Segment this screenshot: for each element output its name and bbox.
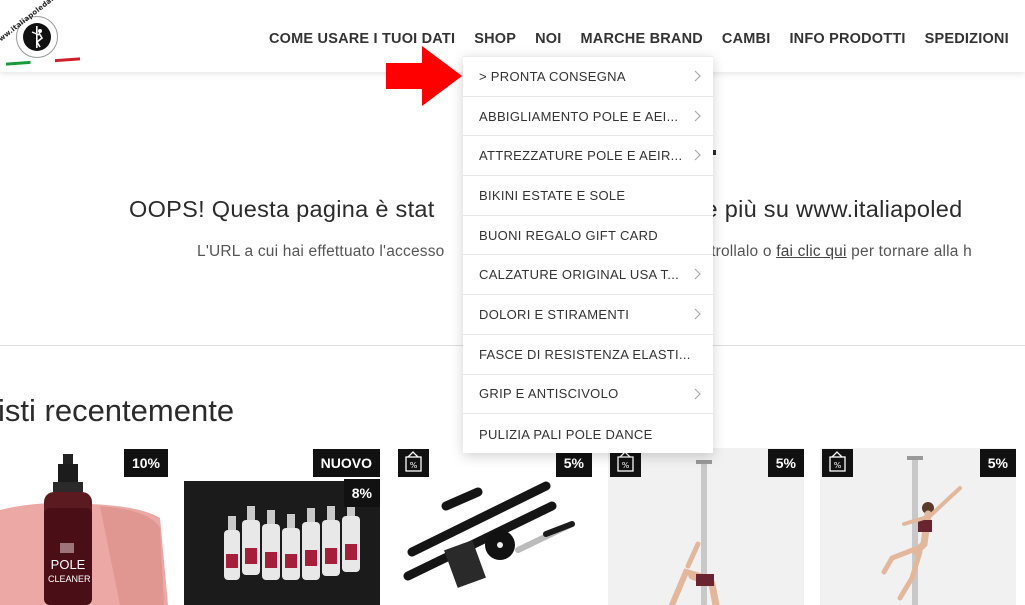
recently-viewed-title: isti recentemente (0, 393, 235, 428)
percent-tag-icon: % (822, 449, 853, 477)
product-card-bottle-set[interactable]: NUOVO 8% (184, 448, 380, 605)
product-label-line2: CLEANER (48, 574, 91, 584)
nav-item-marche-brand[interactable]: MARCHE BRAND (581, 31, 703, 47)
menu-item-bikini[interactable]: BIKINI ESTATE E SOLE (463, 176, 713, 216)
chevron-right-icon (694, 149, 701, 161)
menu-item-fasce[interactable]: FASCE DI RESISTENZA ELASTI... (463, 335, 713, 375)
nav-item-shop[interactable]: SHOP (474, 31, 516, 47)
chevron-right-icon (694, 269, 701, 280)
nav-item-noi[interactable]: NOI (535, 31, 561, 47)
discount-badge: 8% (343, 479, 380, 507)
menu-item-buoni-regalo[interactable]: BUONI REGALO GIFT CARD (463, 216, 713, 256)
menu-item-abbigliamento[interactable]: ABBIGLIAMENTO POLE E AEI... (463, 97, 713, 137)
italian-flag-stripe (6, 57, 80, 66)
nav-item-spedizioni[interactable]: SPEDIZIONI (925, 31, 1009, 47)
error-title-left: OOPS! Questa pagina è stat (129, 196, 435, 222)
product-label-line1: POLE (50, 557, 86, 572)
new-badge: NUOVO (312, 449, 380, 477)
menu-item-attrezzature[interactable]: ATTREZZATURE POLE E AEIR... (463, 136, 713, 177)
nav-item-cambi[interactable]: CAMBI (722, 31, 771, 47)
menu-item-label: ABBIGLIAMENTO POLE E AEI... (479, 108, 679, 124)
menu-item-dolori[interactable]: DOLORI E STIRAMENTI (463, 295, 713, 335)
pole-dancer-icon (31, 26, 44, 48)
product-card-dancer-pose[interactable]: % 5% (820, 448, 1016, 605)
error-message-left: L'URL a cui hai effettuato l'accesso (197, 243, 445, 260)
menu-item-label: ATTREZZATURE POLE E AEIR... (479, 148, 683, 164)
chevron-right-icon (694, 308, 701, 320)
nav-item-come-usare[interactable]: COME USARE I TUOI DATI (269, 31, 455, 47)
menu-item-label: BUONI REGALO GIFT CARD (479, 227, 658, 243)
error-message-right: per tornare alla h (851, 243, 972, 260)
discount-badge: 10% (123, 449, 168, 477)
discount-badge: 5% (979, 449, 1016, 477)
home-link[interactable]: fai clic qui (776, 243, 846, 260)
menu-item-label: GRIP E ANTISCIVOLO (479, 386, 619, 402)
svg-text:%: % (834, 461, 842, 470)
menu-item-label: PULIZIA PALI POLE DANCE (479, 426, 653, 442)
menu-item-label: FASCE DI RESISTENZA ELASTI... (479, 346, 691, 362)
menu-item-label: > PRONTA CONSEGNA (479, 68, 626, 84)
nav-item-info-prodotti[interactable]: INFO PRODOTTI (789, 31, 905, 47)
chevron-right-icon (694, 388, 701, 399)
main-nav: COME USARE I TUOI DATI SHOP NOI MARCHE B… (269, 31, 1009, 47)
site-logo[interactable]: www.italiapoledanceshop.it (0, 0, 87, 66)
product-card-pole-cleaner[interactable]: POLE CLEANER 10% (0, 448, 168, 605)
chevron-right-icon (694, 110, 701, 122)
menu-item-label: DOLORI E STIRAMENTI (479, 306, 630, 322)
percent-tag-icon: % (398, 449, 429, 477)
menu-item-grip[interactable]: GRIP E ANTISCIVOLO (463, 375, 713, 415)
error-title-right: ste più su www.italiapoled (685, 196, 963, 222)
red-arrow-icon (386, 46, 462, 106)
menu-item-pulizia[interactable]: PULIZIA PALI POLE DANCE (463, 414, 713, 454)
menu-item-calzature[interactable]: CALZATURE ORIGINAL USA T... (463, 255, 713, 296)
chevron-right-icon (694, 70, 701, 82)
menu-item-label: CALZATURE ORIGINAL USA T... (479, 267, 680, 283)
svg-text:%: % (622, 461, 630, 470)
product-card-dancer-pole[interactable]: % 5% (608, 448, 804, 605)
menu-item-label: BIKINI ESTATE E SOLE (479, 187, 626, 203)
svg-text:%: % (410, 461, 418, 470)
shop-dropdown-menu: > PRONTA CONSEGNA ABBIGLIAMENTO POLE E A… (463, 56, 713, 453)
menu-item-pronta-consegna[interactable]: > PRONTA CONSEGNA (463, 57, 713, 97)
product-card-pole-kit[interactable]: % 5% (396, 448, 592, 605)
discount-badge: 5% (767, 449, 804, 477)
